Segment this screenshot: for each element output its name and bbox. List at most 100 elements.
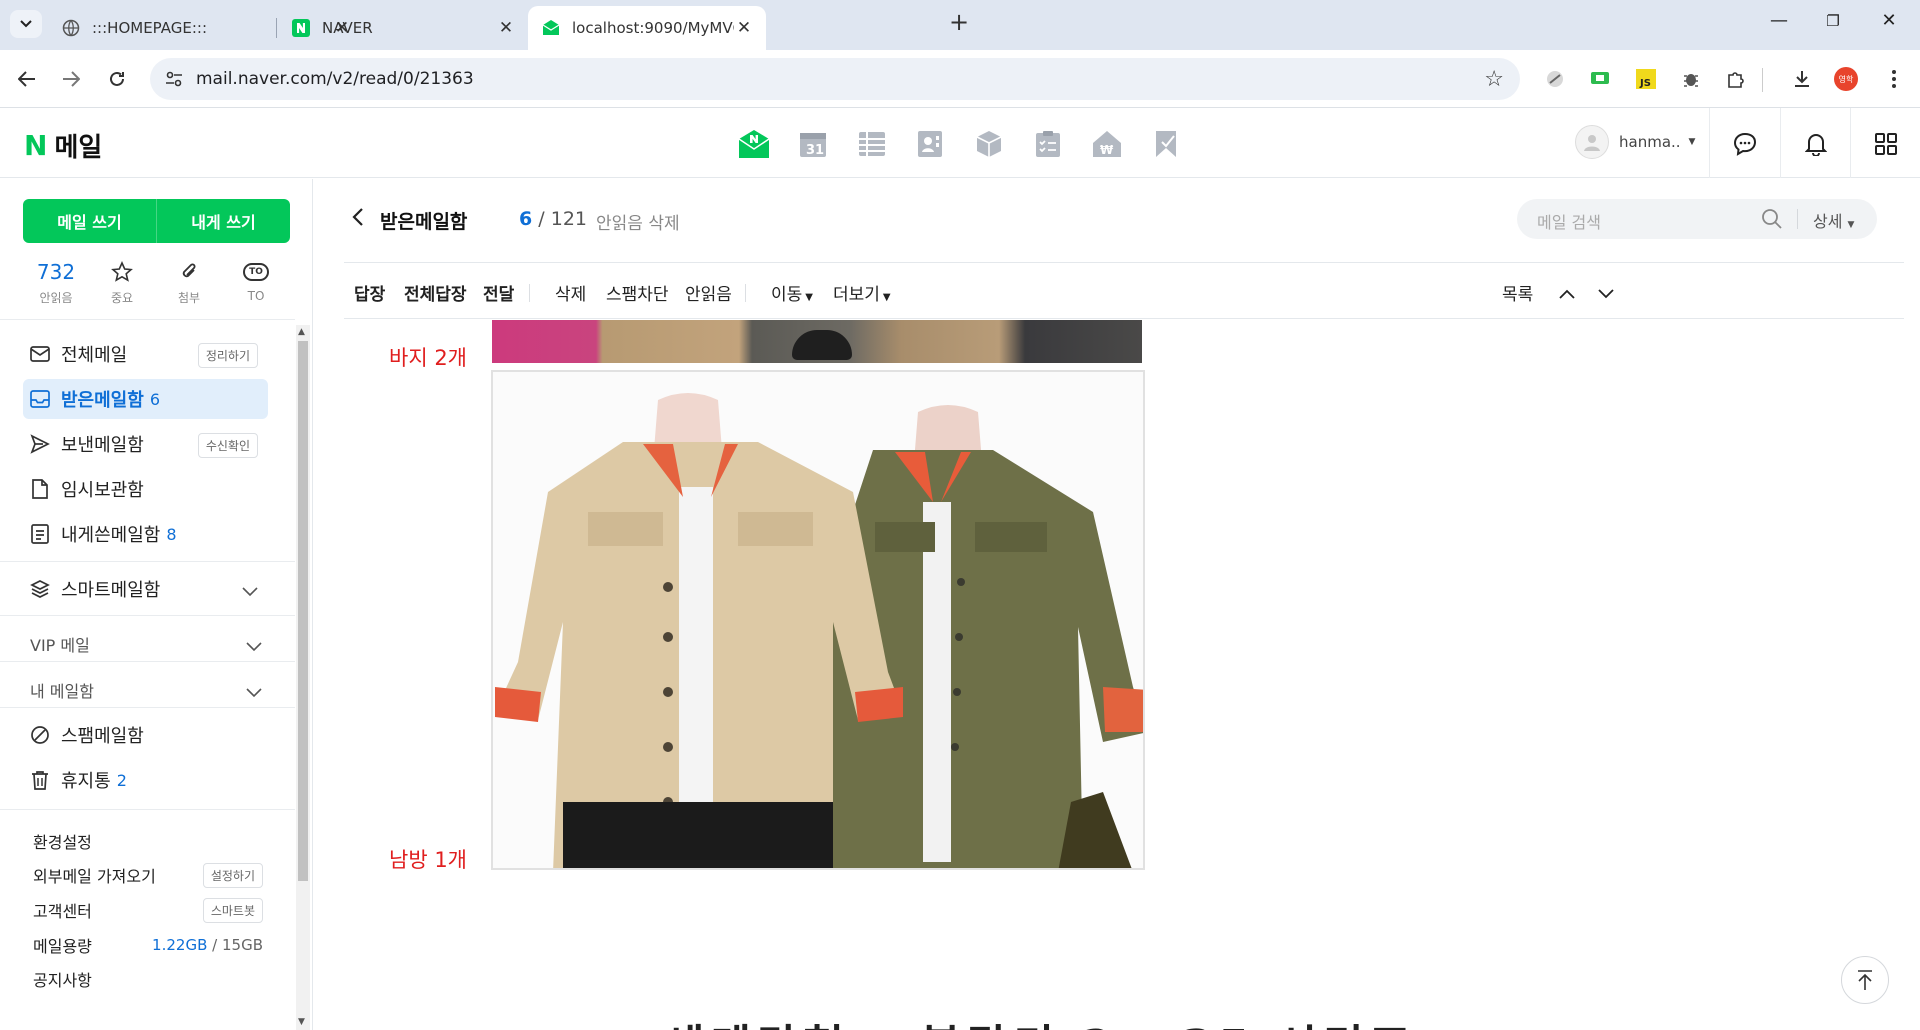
restore-button[interactable]: ❐ (1818, 12, 1848, 30)
home-won-icon[interactable]: ₩ (1091, 128, 1123, 160)
sidebar-item-trash[interactable]: 휴지통 2 (23, 760, 268, 800)
download-icon[interactable] (1790, 67, 1814, 91)
move-dropdown[interactable]: 이동 ▼ (771, 280, 813, 305)
search-icon[interactable] (1761, 208, 1783, 234)
naver-mail-header: N 메일 31 ₩ hanma.. ▼ (0, 108, 1920, 178)
sidebar-group-my-mailbox[interactable]: 내 메일함 (30, 675, 270, 705)
folder-label: 받은메일함 (61, 390, 144, 411)
mailbox-title[interactable]: 받은메일함 (380, 207, 467, 234)
chevron-down-icon[interactable] (242, 581, 258, 602)
naver-mail-logo[interactable]: N 메일 (24, 127, 102, 164)
sidebar-item-sent[interactable]: 보낸메일함 수신확인 (23, 424, 268, 464)
notice-link[interactable]: 공지사항 (33, 965, 263, 993)
more-dropdown[interactable]: 더보기 ▼ (833, 280, 891, 305)
reload-button[interactable] (102, 64, 132, 94)
quick-to[interactable]: TO TO (224, 259, 288, 303)
settings-label: 환경설정 (33, 833, 92, 852)
apps-grid-icon[interactable] (1872, 130, 1900, 158)
delete-button[interactable]: 삭제 (555, 280, 586, 305)
quick-attachment[interactable]: 첨부 (157, 259, 221, 306)
todo-icon[interactable] (1032, 128, 1064, 160)
smartbot-button[interactable]: 스마트봇 (202, 897, 263, 923)
sidebar-item-all-mail[interactable]: 전체메일 정리하기 (23, 334, 268, 374)
promo-heading: 세계단현 – 봄맞기 2+ 35 시리즈 (664, 1010, 1416, 1030)
storage-total: 15GB (221, 936, 263, 954)
quick-important[interactable]: 중요 (90, 259, 154, 306)
globe-icon (62, 19, 80, 37)
user-icon (1584, 135, 1600, 151)
close-tab-icon[interactable]: ✕ (496, 18, 516, 38)
previous-mail-chevron-up-icon[interactable] (1559, 284, 1575, 303)
user-account-menu[interactable]: hanma.. ▼ (1575, 125, 1695, 159)
sidebar-scrollbar[interactable]: ▲ ▼ (296, 325, 310, 1030)
close-window-button[interactable]: ✕ (1874, 10, 1904, 31)
trash-count: 2 (116, 770, 127, 790)
tab-search-button[interactable] (10, 10, 42, 38)
extension-sketch-icon[interactable] (1543, 67, 1567, 91)
sidebar-scroll-thumb[interactable] (298, 341, 308, 881)
close-tab-icon[interactable]: ✕ (734, 18, 754, 38)
forward-button[interactable]: 전달 (483, 280, 514, 305)
contacts-icon[interactable] (914, 128, 946, 160)
content-scrollbar[interactable]: ▲ ▼ (1900, 320, 1904, 1030)
support-link[interactable]: 고객센터 스마트봇 (33, 896, 263, 924)
external-mail-setup-button[interactable]: 설정하기 (202, 862, 263, 888)
sidebar-item-inbox[interactable]: 받은메일함 6 (23, 379, 268, 419)
list-icon[interactable] (856, 128, 888, 160)
sidebar-item-self-mail[interactable]: 내게쓴메일함 8 (23, 514, 268, 554)
reply-button[interactable]: 답장 (354, 280, 385, 305)
extension-bug-icon[interactable] (1679, 67, 1703, 91)
address-bar[interactable]: mail.naver.com/v2/read/0/21363 ☆ (150, 58, 1520, 100)
read-receipt-button[interactable]: 수신확인 (197, 433, 258, 458)
scroll-to-top-button[interactable] (1841, 956, 1889, 1004)
profile-avatar[interactable]: 영학 (1834, 67, 1858, 91)
browser-tab-bar: :::HOMEPAGE::: ✕ NAVER ✕ localhost:9090/… (0, 0, 1920, 50)
sidebar-group-vip[interactable]: VIP 메일 (30, 629, 270, 659)
minimize-button[interactable]: — (1764, 10, 1794, 31)
mark-unread-button[interactable]: 안읽음 (685, 280, 732, 305)
sidebar-item-spam[interactable]: 스팸메일함 (23, 715, 268, 755)
quick-unread[interactable]: 732 안읽음 (24, 259, 88, 306)
chat-icon[interactable] (1731, 130, 1759, 158)
delete-unread-button[interactable]: 안읽음 삭제 (596, 209, 680, 234)
scroll-up-arrow-icon[interactable]: ▲ (298, 327, 305, 337)
bookmark-star-icon[interactable]: ☆ (1484, 67, 1504, 92)
sidebar-divider (0, 319, 295, 320)
count-separator: / (538, 208, 545, 230)
action-divider (745, 284, 746, 302)
detail-search-button[interactable]: 상세 ▼ (1813, 208, 1854, 232)
spam-block-button[interactable]: 스팸차단 (606, 280, 669, 305)
mail-icon[interactable] (738, 128, 770, 160)
box-icon[interactable] (973, 128, 1005, 160)
list-button[interactable]: 목록 (1502, 280, 1533, 305)
avatar (1575, 125, 1609, 159)
extension-js-icon[interactable]: JS (1634, 67, 1658, 91)
extensions-puzzle-icon[interactable] (1724, 67, 1748, 91)
write-mail-button[interactable]: 메일 쓰기 (23, 199, 156, 243)
browser-menu-icon[interactable] (1882, 67, 1906, 91)
calendar-icon[interactable]: 31 (797, 128, 829, 160)
sidebar-divider (0, 809, 295, 810)
settings-link[interactable]: 환경설정 (33, 827, 263, 855)
inbox-icon (29, 388, 51, 410)
back-button[interactable] (12, 64, 42, 94)
reply-all-button[interactable]: 전체답장 (404, 280, 467, 305)
extension-screen-icon[interactable] (1588, 67, 1612, 91)
tab-localhost[interactable]: localhost:9090/MyMVC/mallHo ✕ (528, 6, 766, 50)
sidebar-item-smart-mailbox[interactable]: 스마트메일함 (23, 569, 268, 609)
search-input[interactable]: 메일 검색 (1537, 209, 1601, 233)
site-info-icon[interactable] (164, 69, 184, 93)
write-to-self-button[interactable]: 내게 쓰기 (157, 199, 290, 243)
scroll-down-arrow-icon[interactable]: ▼ (298, 1017, 305, 1027)
sidebar-item-drafts[interactable]: 임시보관함 (23, 469, 268, 509)
bell-icon[interactable] (1802, 130, 1830, 158)
arrow-left-icon (18, 71, 35, 87)
back-chevron-icon[interactable] (352, 207, 364, 231)
tab-naver[interactable]: NAVER ✕ (278, 6, 528, 50)
next-mail-chevron-down-icon[interactable] (1598, 284, 1614, 303)
organize-button[interactable]: 정리하기 (197, 343, 258, 368)
forward-button[interactable] (56, 64, 86, 94)
new-tab-button[interactable]: + (948, 10, 970, 34)
bookmark-icon[interactable] (1150, 128, 1182, 160)
external-mail-link[interactable]: 외부메일 가져오기 설정하기 (33, 861, 263, 889)
